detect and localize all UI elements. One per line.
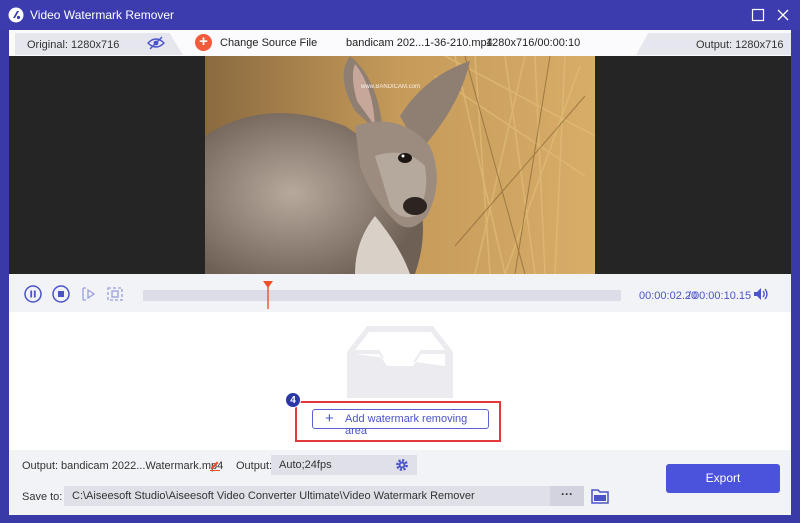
gear-icon[interactable] <box>395 458 409 472</box>
source-file-info: 1280x716/00:00:10 <box>486 37 581 49</box>
add-area-label: Add watermark removing area <box>345 413 468 437</box>
next-frame-icon[interactable] <box>106 285 124 303</box>
step-badge: 4 <box>285 392 301 408</box>
timeline-track[interactable] <box>143 290 621 301</box>
close-icon[interactable] <box>776 8 790 22</box>
prev-frame-icon[interactable] <box>80 285 98 303</box>
change-source-button[interactable]: Change Source File <box>220 37 317 49</box>
source-file-name: bandicam 202...1-36-210.mp4 <box>346 37 493 49</box>
app-logo-icon <box>8 7 24 23</box>
info-bar: Original: 1280x716 + Change Source File … <box>9 30 791 56</box>
window-title: Video Watermark Remover <box>30 8 175 22</box>
video-preview: www.BANDICAM.com <box>9 56 791 298</box>
original-resolution: Original: 1280x716 <box>27 39 120 51</box>
add-watermark-area-button[interactable]: + Add watermark removing area <box>312 409 489 437</box>
browse-button[interactable]: ··· <box>550 486 584 506</box>
folder-icon[interactable] <box>591 488 609 504</box>
save-path-value: C:\Aiseesoft Studio\Aiseesoft Video Conv… <box>72 490 475 502</box>
title-bar: Video Watermark Remover <box>0 0 800 30</box>
output-resolution: Output: 1280x716 <box>696 39 784 51</box>
edit-pencil-icon[interactable] <box>209 459 221 471</box>
output-format-label: Output: <box>236 460 273 472</box>
add-circle-icon[interactable]: + <box>195 34 212 51</box>
save-to-label: Save to: <box>22 491 63 503</box>
output-format-value: Auto;24fps <box>279 459 332 471</box>
pause-icon[interactable] <box>24 285 42 303</box>
export-button[interactable]: Export <box>666 464 780 493</box>
eye-icon[interactable] <box>147 36 165 50</box>
bottom-settings: Output: bandicam 2022...Watermark.mp4 Ou… <box>9 450 791 515</box>
stop-icon[interactable] <box>52 285 70 303</box>
volume-icon[interactable] <box>753 287 769 301</box>
output-file-name: bandicam 2022...Watermark.mp4 <box>61 460 224 472</box>
editing-area: 4 + Add watermark removing area <box>9 312 791 450</box>
maximize-icon[interactable] <box>751 8 765 22</box>
time-separator: / <box>688 290 692 302</box>
save-path-field[interactable]: C:\Aiseesoft Studio\Aiseesoft Video Conv… <box>64 486 550 506</box>
playhead-marker-icon[interactable] <box>263 281 273 309</box>
tray-icon <box>347 326 453 398</box>
output-file-label: Output: <box>22 460 59 472</box>
plus-icon: + <box>325 410 334 427</box>
output-format-select[interactable]: Auto;24fps <box>271 455 417 475</box>
playback-controls: 00:00:02.20 / 00:00:10.15 <box>9 274 791 312</box>
watermark-text: www.BANDICAM.com <box>361 84 421 90</box>
total-time: 00:00:10.15 <box>693 290 752 302</box>
main-panel: Original: 1280x716 + Change Source File … <box>9 30 791 515</box>
